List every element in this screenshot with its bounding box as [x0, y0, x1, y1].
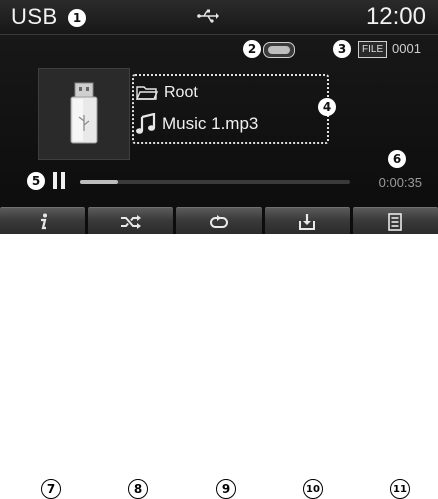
callout-7: 7	[41, 479, 61, 499]
pause-bar-left	[53, 172, 57, 189]
clock: 12:00	[365, 3, 426, 30]
song-title: Music 1.mp3	[162, 114, 259, 133]
progress-fill	[80, 180, 118, 184]
song-row: Music 1.mp3	[136, 112, 258, 136]
list-button[interactable]	[352, 207, 438, 234]
folder-name: Root	[164, 84, 198, 101]
callout-9: 9	[216, 479, 236, 499]
shuffle-button[interactable]	[88, 207, 174, 234]
list-icon	[388, 212, 403, 231]
download-icon	[299, 213, 316, 230]
usb-symbol-icon	[197, 9, 219, 23]
elapsed-time: 0:00:35	[378, 175, 422, 190]
repeat-mode-badge	[263, 42, 295, 58]
folder-icon	[136, 86, 158, 100]
file-label-badge: FILE	[358, 41, 388, 58]
usb-drive-icon	[70, 82, 98, 144]
folder-row: Root	[136, 82, 198, 104]
function-button-bar	[0, 207, 438, 234]
shuffle-icon	[120, 214, 141, 229]
media-screen: USB 1 12:00 2 3 FILE 0001 Root Music 1.m…	[0, 0, 438, 234]
callout-2: 2	[243, 40, 261, 58]
source-label: USB	[11, 4, 58, 29]
callout-11: 11	[390, 479, 410, 499]
download-button[interactable]	[264, 207, 350, 234]
info-icon	[40, 213, 47, 229]
album-art	[38, 68, 130, 160]
callout-4: 4	[318, 98, 336, 116]
info-button[interactable]	[0, 207, 86, 234]
pause-button[interactable]	[52, 172, 66, 189]
callout-10: 10	[303, 479, 323, 499]
top-status-bar: USB 1 12:00	[0, 0, 438, 35]
music-note-icon	[136, 113, 156, 134]
callout-8: 8	[128, 479, 148, 499]
callout-3: 3	[333, 40, 351, 58]
callout-6: 6	[388, 150, 406, 168]
callout-label-row: 7 8 9 10 11	[0, 236, 438, 499]
callout-1: 1	[68, 9, 86, 27]
callout-5: 5	[27, 172, 45, 190]
pause-bar-right	[61, 172, 65, 189]
file-number: 0001	[392, 41, 421, 56]
repeat-icon	[210, 214, 228, 228]
progress-bar[interactable]	[80, 180, 350, 184]
repeat-button[interactable]	[176, 207, 262, 234]
